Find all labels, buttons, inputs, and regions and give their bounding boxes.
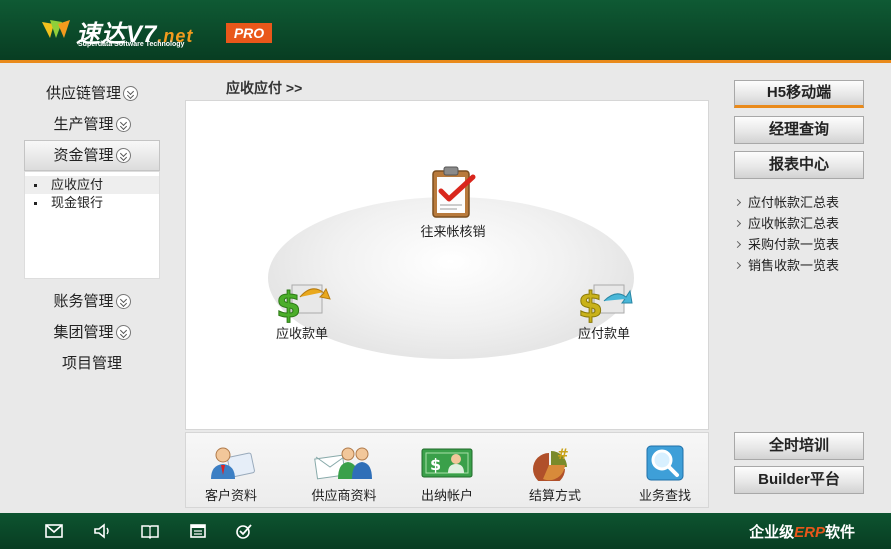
svg-text:$: $ <box>430 455 441 474</box>
search-icon <box>646 445 684 481</box>
logo-mark-icon <box>42 20 70 38</box>
training-button[interactable]: 全时培训 <box>734 432 864 460</box>
chevron-down-icon <box>115 147 131 163</box>
customer-icon <box>211 447 255 479</box>
sound-icon[interactable] <box>92 522 112 540</box>
app-header: 速达V7.net Superdata Software Technology P… <box>0 0 891 63</box>
book-icon[interactable] <box>140 522 160 540</box>
clipboard-check-icon <box>432 166 476 218</box>
nav-item-accounting[interactable]: 账务管理 <box>24 286 160 317</box>
builder-platform-button[interactable]: Builder平台 <box>734 466 864 494</box>
chevron-down-icon <box>115 324 131 340</box>
money-in-icon: $ <box>276 284 331 323</box>
report-link[interactable]: 应收帐款汇总表 <box>734 213 839 234</box>
chevron-down-icon <box>115 293 131 309</box>
tool-settlement[interactable]: # 结算方式 <box>520 445 590 504</box>
node-reconcile[interactable]: 往来帐核销 <box>408 165 498 240</box>
report-center-button[interactable]: 报表中心 <box>734 151 864 179</box>
tool-cashier-account[interactable]: $ 出纳帐户 <box>412 445 482 504</box>
brand-slogan: 企业级ERP软件 <box>749 524 855 541</box>
window-icon[interactable] <box>188 522 208 540</box>
mail-icon[interactable] <box>44 522 64 540</box>
funds-submenu: 应收应付 现金银行 <box>24 171 160 279</box>
pro-badge: PRO <box>226 23 272 43</box>
svg-text:$: $ <box>578 285 603 323</box>
breadcrumb: 应收应付 >> <box>226 80 303 96</box>
manager-query-button[interactable]: 经理查询 <box>734 116 864 144</box>
nav-item-project[interactable]: 项目管理 <box>24 348 160 379</box>
left-nav: 供应链管理 生产管理 资金管理 应收应付 现金银行 账务管理 集团管理 项目管理 <box>24 78 160 379</box>
tool-supplier[interactable]: 供应商资料 <box>302 445 386 504</box>
node-payable[interactable]: $ 应付款单 <box>564 279 644 342</box>
report-link[interactable]: 应付帐款汇总表 <box>734 192 839 213</box>
report-list: 应付帐款汇总表 应收帐款汇总表 采购付款一览表 销售收款一览表 <box>734 192 839 276</box>
report-link[interactable]: 采购付款一览表 <box>734 234 839 255</box>
report-link[interactable]: 销售收款一览表 <box>734 255 839 276</box>
tool-business-search[interactable]: 业务查找 <box>630 445 700 504</box>
flow-panel: 往来帐核销 $ 应收款单 $ 应付款单 <box>185 100 709 430</box>
chevron-down-icon <box>115 116 131 132</box>
nav-item-group[interactable]: 集团管理 <box>24 317 160 348</box>
check-icon[interactable] <box>234 522 254 540</box>
chevron-down-icon <box>123 85 138 101</box>
node-receivable[interactable]: $ 应收款单 <box>262 279 342 342</box>
money-out-icon: $ <box>578 284 633 323</box>
quick-tools-bar: 客户资料 供应商资料 $ 出纳帐户 # 结算方式 业务查找 <box>185 432 709 508</box>
cashier-account-icon: $ <box>421 448 473 478</box>
submenu-item-cash-bank[interactable]: 现金银行 <box>25 194 159 212</box>
settlement-icon: # <box>533 447 569 481</box>
h5-mobile-button[interactable]: H5移动端 <box>734 80 864 108</box>
tool-customer[interactable]: 客户资料 <box>196 445 266 504</box>
svg-text:$: $ <box>276 285 301 323</box>
logo-subtitle: Superdata Software Technology <box>78 41 185 48</box>
nav-item-funds[interactable]: 资金管理 <box>24 140 160 171</box>
svg-text:#: # <box>557 447 569 463</box>
supplier-icon <box>314 447 372 480</box>
app-footer: 企业级ERP软件 <box>0 513 891 549</box>
nav-item-supply-chain[interactable]: 供应链管理 <box>24 78 160 109</box>
nav-item-production[interactable]: 生产管理 <box>24 109 160 140</box>
submenu-item-receivable-payable[interactable]: 应收应付 <box>25 176 159 194</box>
